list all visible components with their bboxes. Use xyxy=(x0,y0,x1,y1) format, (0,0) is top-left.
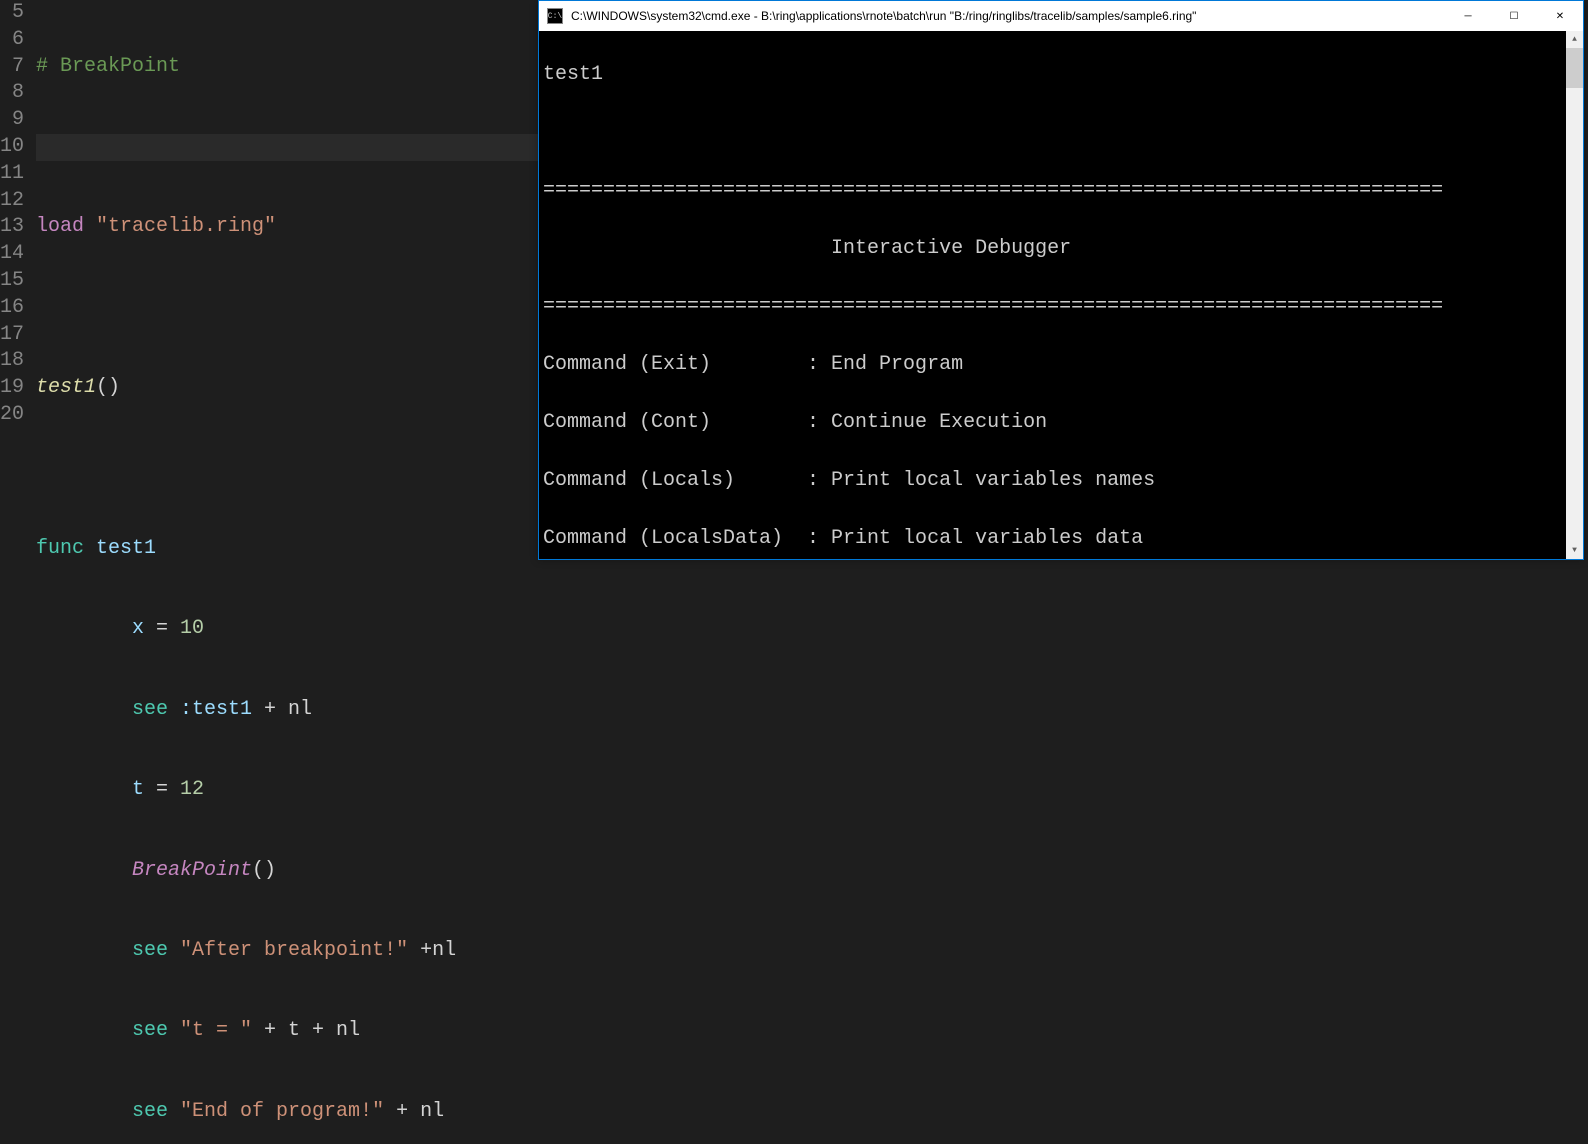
code-token: +nl xyxy=(408,939,456,962)
code-token: "tracelib.ring" xyxy=(96,215,276,238)
terminal-output[interactable]: test1 ==================================… xyxy=(539,31,1583,559)
code-token: :test1 xyxy=(168,698,252,721)
maximize-button[interactable]: ☐ xyxy=(1491,1,1537,31)
code-editor[interactable]: 5 6 7 8 9 10 11 12 13 14 15 16 17 18 19 … xyxy=(0,0,538,572)
cmd-icon: C:\ xyxy=(547,8,563,24)
code-token: load xyxy=(36,215,84,238)
terminal-line: Command (Exit) : End Program xyxy=(543,350,1579,379)
code-token: () xyxy=(96,376,120,399)
window-title: C:\WINDOWS\system32\cmd.exe - B:\ring\ap… xyxy=(571,9,1445,23)
window-controls: ─ ☐ ✕ xyxy=(1445,1,1583,31)
code-token: () xyxy=(252,859,276,882)
terminal-line: Command (Cont) : Continue Execution xyxy=(543,408,1579,437)
cmd-window[interactable]: C:\ C:\WINDOWS\system32\cmd.exe - B:\rin… xyxy=(538,0,1584,560)
window-titlebar[interactable]: C:\ C:\WINDOWS\system32\cmd.exe - B:\rin… xyxy=(539,1,1583,31)
scroll-down-arrow-icon[interactable]: ▼ xyxy=(1566,542,1583,559)
code-token: see xyxy=(132,1100,168,1123)
code-token: "End of program!" xyxy=(168,1100,384,1123)
terminal-line: Command (Locals) : Print local variables… xyxy=(543,466,1579,495)
code-content[interactable]: # BreakPoint load "tracelib.ring" test1(… xyxy=(30,0,538,572)
code-token: BreakPoint xyxy=(132,859,252,882)
terminal-line: ========================================… xyxy=(543,292,1579,321)
code-token: + nl xyxy=(252,698,312,721)
code-token: "t = " xyxy=(168,1019,252,1042)
code-token: + nl xyxy=(384,1100,444,1123)
code-token: = xyxy=(144,617,180,640)
terminal-heading: Interactive Debugger xyxy=(543,234,1579,263)
minimize-button[interactable]: ─ xyxy=(1445,1,1491,31)
code-token: + t + nl xyxy=(252,1019,360,1042)
code-token: see xyxy=(132,1019,168,1042)
code-token: test1 xyxy=(84,537,156,560)
code-token: see xyxy=(132,939,168,962)
code-token: # BreakPoint xyxy=(36,55,180,78)
line-number-gutter: 5 6 7 8 9 10 11 12 13 14 15 16 17 18 19 … xyxy=(0,0,30,572)
code-token: x xyxy=(132,617,144,640)
code-token: "After breakpoint!" xyxy=(168,939,408,962)
code-token: func xyxy=(36,537,84,560)
code-token: = xyxy=(144,778,180,801)
code-token: 12 xyxy=(180,778,204,801)
terminal-line: ========================================… xyxy=(543,176,1579,205)
scroll-thumb[interactable] xyxy=(1566,48,1583,88)
code-token: 10 xyxy=(180,617,204,640)
terminal-line: Command (LocalsData) : Print local varia… xyxy=(543,524,1579,553)
code-token: t xyxy=(132,778,144,801)
code-token: see xyxy=(132,698,168,721)
code-token: test1 xyxy=(36,376,96,399)
close-button[interactable]: ✕ xyxy=(1537,1,1583,31)
vertical-scrollbar[interactable]: ▲ ▼ xyxy=(1566,31,1583,559)
scroll-up-arrow-icon[interactable]: ▲ xyxy=(1566,31,1583,48)
terminal-line: test1 xyxy=(543,60,1579,89)
